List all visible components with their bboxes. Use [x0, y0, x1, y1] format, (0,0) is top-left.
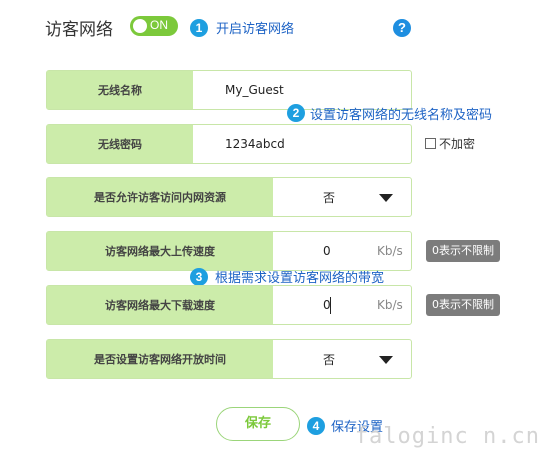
step-4-icon: 4 — [307, 417, 325, 435]
guest-network-toggle[interactable]: ON — [130, 16, 178, 36]
download-unit: Kb/s — [377, 298, 403, 312]
open-time-label: 是否设置访客网络开放时间 — [47, 340, 273, 378]
toggle-knob — [133, 19, 147, 33]
upload-label: 访客网络最大上传速度 — [47, 232, 273, 270]
step-2-icon: 2 — [287, 104, 305, 122]
save-button[interactable]: 保存 — [216, 407, 300, 441]
upload-unit: Kb/s — [377, 244, 403, 258]
help-icon[interactable]: ? — [393, 19, 411, 37]
upload-row: 访客网络最大上传速度 0 Kb/s — [46, 231, 412, 271]
text-cursor — [330, 297, 331, 314]
allow-lan-label: 是否允许访客访问内网资源 — [47, 178, 273, 216]
password-row: 无线密码 1234abcd — [46, 124, 412, 164]
ssid-input[interactable]: My_Guest — [225, 71, 284, 109]
step-1-note: 开启访客网络 — [216, 22, 295, 37]
page-title: 访客网络 — [45, 20, 113, 40]
open-time-select[interactable]: 否 — [323, 340, 335, 378]
no-encrypt-checkbox[interactable] — [425, 138, 436, 149]
step-1-icon: 1 — [190, 19, 208, 37]
step-3-note: 根据需求设置访客网络的带宽 — [215, 271, 385, 286]
download-row: 访客网络最大下载速度 0 Kb/s — [46, 285, 412, 325]
step-3-icon: 3 — [190, 268, 208, 286]
no-encrypt-label: 不加密 — [439, 137, 476, 151]
allow-lan-row: 是否允许访客访问内网资源 否 — [46, 177, 412, 217]
open-time-row: 是否设置访客网络开放时间 否 — [46, 339, 412, 379]
password-input[interactable]: 1234abcd — [225, 125, 285, 163]
chevron-down-icon[interactable] — [379, 356, 393, 364]
download-label: 访客网络最大下载速度 — [47, 286, 273, 324]
chevron-down-icon[interactable] — [379, 194, 393, 202]
upload-input[interactable]: 0 — [323, 232, 331, 270]
watermark: faloginc n.cn — [354, 424, 540, 449]
ssid-label: 无线名称 — [47, 71, 193, 109]
password-label: 无线密码 — [47, 125, 193, 163]
allow-lan-select[interactable]: 否 — [323, 178, 335, 216]
download-hint-badge: 0表示不限制 — [426, 294, 500, 316]
toggle-label: ON — [150, 18, 168, 32]
step-2-note: 设置访客网络的无线名称及密码 — [310, 108, 493, 123]
upload-hint-badge: 0表示不限制 — [426, 240, 500, 262]
